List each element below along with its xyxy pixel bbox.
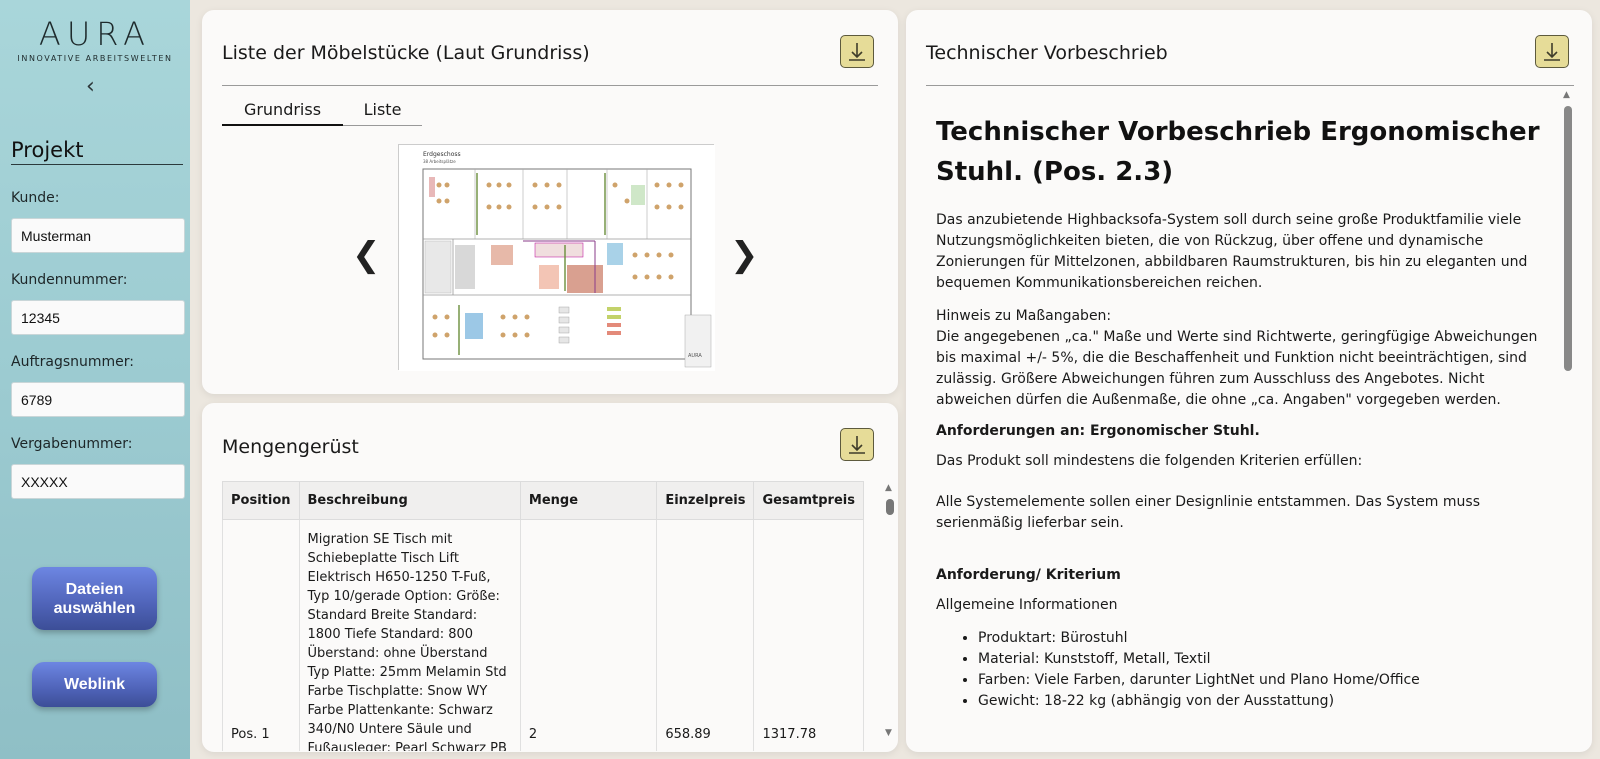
- floorplan-drawing: Erdgeschoss 38 Arbeitsplätze AURA: [399, 145, 715, 371]
- title-divider: [222, 85, 878, 86]
- requirements-heading: Anforderungen an: Ergonomischer Stuhl.: [936, 423, 1260, 439]
- order-number-label: Auftragsnummer:: [11, 354, 134, 370]
- technical-scrollbar-thumb[interactable]: [1564, 106, 1572, 371]
- sidebar: AURA INNOVATIVE ARBEITSWELTEN ‹ Projekt …: [0, 0, 190, 759]
- download-quantities-button[interactable]: [840, 428, 874, 461]
- cell-description: Migration SE Tisch mit Schiebeplatte Tis…: [298, 519, 521, 751]
- download-arrow-icon: [849, 435, 865, 454]
- list-item: Material: Kunststoff, Metall, Textil: [978, 649, 1546, 670]
- tab-grundriss[interactable]: Grundriss: [222, 94, 343, 126]
- table-scroll-up-icon[interactable]: ▲: [885, 483, 892, 493]
- general-info: Allgemeine Informationen: [936, 597, 1118, 613]
- download-furniture-button[interactable]: [840, 35, 874, 68]
- download-arrow-icon: [1544, 42, 1560, 61]
- weblink-button[interactable]: Weblink: [32, 662, 157, 707]
- measure-note-text: Die angegebenen „ca." Maße und Werte sin…: [936, 329, 1538, 408]
- award-number-input[interactable]: [11, 464, 185, 499]
- select-files-button[interactable]: Dateien auswählen: [32, 567, 157, 630]
- table-scroll-down-icon[interactable]: ▼: [885, 728, 892, 738]
- technical-content: Technischer Vorbeschrieb Ergonomischer S…: [936, 112, 1546, 712]
- measure-note-label: Hinweis zu Maßangaben:: [936, 308, 1112, 324]
- requirements-intro: Das Produkt soll mindestens die folgende…: [936, 453, 1363, 469]
- customer-label: Kunde:: [11, 190, 60, 206]
- col-description[interactable]: Beschreibung: [298, 481, 521, 520]
- cell-total-price: 1317.78: [753, 519, 864, 751]
- col-position[interactable]: Position: [222, 481, 300, 520]
- tab-liste[interactable]: Liste: [343, 94, 422, 126]
- list-item: Produktart: Bürostuhl: [978, 628, 1546, 649]
- logo-tagline: INNOVATIVE ARBEITSWELTEN: [17, 54, 173, 63]
- customer-number-input[interactable]: [11, 300, 185, 335]
- technical-title: Technischer Vorbeschrieb: [926, 42, 1168, 64]
- download-technical-button[interactable]: [1535, 35, 1569, 68]
- quantities-panel: Mengengerüst Position Beschreibung Menge…: [202, 403, 898, 752]
- logo-word: AURA: [38, 15, 152, 53]
- plan-logo: AURA: [688, 353, 702, 359]
- order-number-input[interactable]: [11, 382, 185, 417]
- feature-list: Produktart: Bürostuhl Material: Kunststo…: [978, 628, 1546, 712]
- quantities-title: Mengengerüst: [222, 436, 359, 458]
- technical-divider: [926, 85, 1574, 86]
- furniture-title: Liste der Möbelstücke (Laut Grundriss): [222, 42, 590, 64]
- requirements-text: Alle Systemelemente sollen einer Designl…: [936, 494, 1480, 531]
- carousel-prev-button[interactable]: ❮: [352, 235, 381, 275]
- download-arrow-icon: [849, 42, 865, 61]
- col-quantity[interactable]: Menge: [519, 481, 658, 520]
- aura-logo: AURA INNOVATIVE ARBEITSWELTEN: [16, 18, 174, 63]
- carousel-next-button[interactable]: ❯: [730, 235, 759, 275]
- col-total-price[interactable]: Gesamtpreis: [753, 481, 864, 520]
- technical-scroll-up-icon[interactable]: ▲: [1563, 90, 1570, 100]
- floorplan-image[interactable]: Erdgeschoss 38 Arbeitsplätze AURA: [398, 144, 715, 371]
- cell-unit-price: 658.89: [656, 519, 755, 751]
- customer-number-label: Kundennummer:: [11, 272, 128, 288]
- technical-intro: Das anzubietende Highbacksofa-System sol…: [936, 212, 1528, 291]
- technical-heading: Technischer Vorbeschrieb Ergonomischer S…: [936, 117, 1540, 187]
- list-item: Farben: Viele Farben, darunter LightNet …: [978, 670, 1546, 691]
- award-number-label: Vergabenummer:: [11, 436, 133, 452]
- project-title: Projekt: [11, 138, 183, 165]
- technical-panel: Technischer Vorbeschrieb Technischer Vor…: [906, 10, 1592, 752]
- table-row[interactable]: Pos. 1 Migration SE Tisch mit Schiebepla…: [222, 519, 864, 751]
- list-item: Gewicht: 18-22 kg (abhängig von der Auss…: [978, 691, 1546, 712]
- plan-heading: Erdgeschoss: [423, 151, 461, 158]
- customer-input[interactable]: [11, 218, 185, 253]
- cell-quantity: 2: [519, 519, 658, 751]
- table-scrollbar-thumb[interactable]: [886, 499, 894, 515]
- plan-subheading: 38 Arbeitsplätze: [423, 159, 456, 164]
- table-header-row: Position Beschreibung Menge Einzelpreis …: [222, 481, 864, 520]
- col-unit-price[interactable]: Einzelpreis: [656, 481, 755, 520]
- chevron-left-icon[interactable]: ‹: [86, 74, 95, 99]
- quantities-table: Position Beschreibung Menge Einzelpreis …: [222, 481, 864, 751]
- quantities-table-wrap[interactable]: Position Beschreibung Menge Einzelpreis …: [222, 481, 864, 751]
- criteria-heading: Anforderung/ Kriterium: [936, 567, 1121, 583]
- cell-position: Pos. 1: [222, 519, 300, 751]
- furniture-panel: Liste der Möbelstücke (Laut Grundriss) G…: [202, 10, 898, 394]
